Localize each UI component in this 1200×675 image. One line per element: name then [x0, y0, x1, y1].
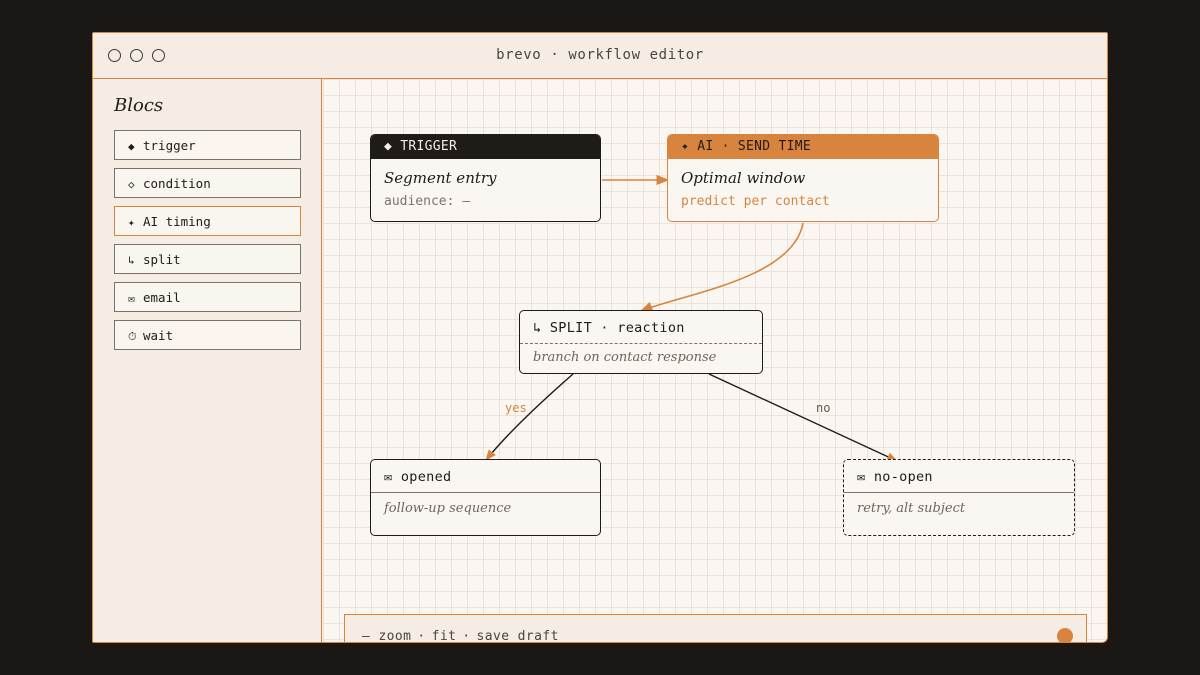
status-indicator [1057, 628, 1073, 642]
timer-icon: ⏱ [128, 330, 137, 343]
node-ai-send-time[interactable]: ✦ AI · SEND TIME Optimal window predict … [667, 134, 939, 222]
node-description: follow-up sequence [384, 501, 512, 516]
bloc-label: condition [143, 176, 211, 191]
zoom-button[interactable]: — zoom [362, 629, 411, 642]
bloc-ai-timing[interactable]: ✦ AI timing [114, 206, 301, 236]
sidebar-heading: Blocs [114, 95, 164, 116]
bloc-label: split [143, 252, 181, 267]
title-bar: brevo · workflow editor [93, 33, 1107, 79]
window-title: brevo · workflow editor [496, 47, 704, 63]
edge-split-yes[interactable] [485, 373, 574, 461]
diamond-filled-icon: ◆ [128, 140, 135, 153]
edge-ai-to-split[interactable] [639, 222, 804, 312]
bloc-split[interactable]: ↳ split [114, 244, 301, 274]
app-window: brevo · workflow editor Blocs ◆ trigger ◇… [92, 32, 1108, 643]
bottom-toolbar: — zoom · fit · save draft [344, 614, 1087, 643]
bloc-trigger[interactable]: ◆ trigger [114, 130, 301, 160]
node-description: branch on contact response [533, 350, 717, 365]
node-header: ✉ opened [371, 460, 600, 493]
bloc-label: trigger [143, 138, 196, 153]
bloc-label: wait [143, 328, 174, 343]
bloc-condition[interactable]: ◇ condition [114, 168, 301, 198]
split-arrow-icon: ↳ [128, 254, 135, 267]
blocs-sidebar: Blocs ◆ trigger ◇ condition ✦ AI timing ↳ sp… [93, 79, 322, 642]
node-header: ✦ AI · SEND TIME [668, 135, 938, 159]
node-trigger[interactable]: ◆ TRIGGER Segment entry audience: — [370, 134, 601, 222]
node-subtitle: audience: — [384, 194, 471, 209]
node-description: retry, alt subject [857, 501, 966, 516]
node-header: ↳ SPLIT · reaction [520, 311, 762, 344]
separator: · [462, 629, 471, 643]
node-title: Optimal window [681, 169, 806, 187]
node-opened[interactable]: ✉ opened follow-up sequence [370, 459, 601, 536]
sparkle-icon: ✦ [128, 216, 135, 229]
node-header: ◆ TRIGGER [371, 135, 600, 159]
bloc-label: email [143, 290, 181, 305]
edge-split-no[interactable] [708, 373, 899, 462]
bloc-wait[interactable]: ⏱ wait [114, 320, 301, 350]
bloc-label: AI timing [143, 214, 211, 229]
separator: · [417, 629, 426, 643]
node-subtitle: predict per contact [681, 194, 830, 209]
node-split[interactable]: ↳ SPLIT · reaction branch on contact res… [519, 310, 763, 374]
save-draft-button[interactable]: save draft [477, 629, 559, 642]
node-header: ✉ no-open [844, 460, 1074, 493]
edge-label-no: no [816, 401, 831, 415]
envelope-icon: ✉ [128, 292, 135, 305]
edge-label-yes: yes [505, 401, 527, 415]
fit-button[interactable]: fit [432, 629, 457, 642]
node-title: Segment entry [384, 169, 497, 187]
node-no-open[interactable]: ✉ no-open retry, alt subject [843, 459, 1075, 536]
workflow-canvas[interactable]: ◆ TRIGGER Segment entry audience: — ✦ AI… [323, 79, 1107, 642]
bloc-email[interactable]: ✉ email [114, 282, 301, 312]
diamond-outline-icon: ◇ [128, 178, 135, 191]
